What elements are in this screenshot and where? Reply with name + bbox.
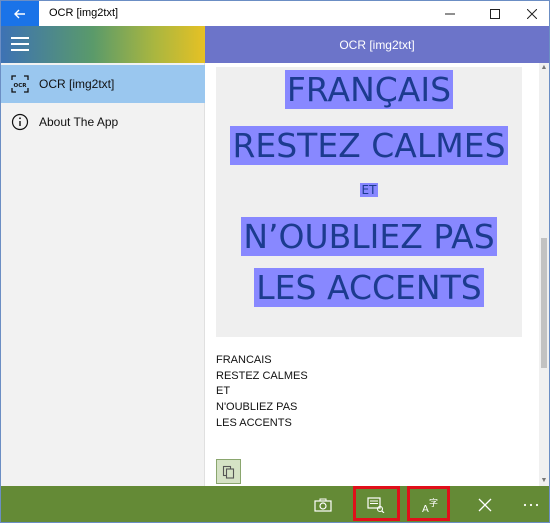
result-line: RESTEZ CALMES [216, 369, 308, 382]
scroll-down-icon[interactable]: ▼ [539, 476, 549, 486]
sidebar-item-label: OCR [img2txt] [39, 77, 115, 91]
close-window-icon [527, 8, 537, 19]
ocr-line: ET [359, 183, 379, 197]
highlight-box [407, 486, 450, 521]
ocr-source-image: FRANÇAIS RESTEZ CALMES ET N’OUBLIEZ PAS … [216, 67, 522, 337]
title-bar: OCR [img2txt] [1, 1, 549, 26]
ocr-icon: OCR [1, 65, 39, 103]
sidebar: OCR OCR [img2txt] About The App [1, 26, 205, 486]
ocr-line: LES ACCENTS [254, 268, 484, 307]
result-line: N'OUBLIEZ PAS [216, 401, 298, 414]
camera-icon [314, 498, 332, 512]
more-icon [523, 503, 539, 506]
sidebar-item-label: About The App [39, 115, 119, 129]
result-line: FRANCAIS [216, 354, 272, 366]
more-button[interactable] [511, 486, 549, 522]
page-header: OCR [img2txt] [205, 26, 549, 63]
highlight-box [353, 486, 400, 521]
content-area: FRANÇAIS RESTEZ CALMES ET N’OUBLIEZ PAS … [205, 63, 539, 486]
close-icon [478, 498, 492, 511]
close-window-button[interactable] [515, 1, 549, 26]
ocr-line: FRANÇAIS [284, 70, 454, 109]
app-window: OCR [img2txt] OCR OCR [img2txt] About Th… [0, 0, 550, 523]
scroll-thumb[interactable] [541, 238, 547, 368]
maximize-icon [490, 8, 500, 19]
sidebar-item-ocr[interactable]: OCR OCR [img2txt] [1, 65, 205, 103]
result-line: ET [216, 385, 231, 398]
scroll-up-icon[interactable]: ▲ [539, 63, 549, 73]
ocr-line: RESTEZ CALMES [230, 126, 508, 165]
window-title: OCR [img2txt] [49, 7, 119, 19]
back-button[interactable] [1, 1, 39, 26]
vertical-scrollbar[interactable]: ▲ ▼ [539, 63, 549, 486]
command-bar: A 字 [1, 486, 549, 522]
maximize-button[interactable] [478, 1, 512, 26]
sidebar-item-about[interactable]: About The App [1, 103, 205, 141]
copy-button[interactable] [216, 459, 241, 484]
copy-icon [222, 465, 234, 479]
minimize-icon [445, 13, 455, 14]
hamburger-menu-icon[interactable] [11, 37, 29, 51]
ocr-result-text[interactable]: FRANCAIS RESTEZ CALMES ET N'OUBLIEZ PAS … [216, 353, 308, 432]
result-line: LES ACCENTS [216, 416, 292, 429]
camera-button[interactable] [303, 486, 343, 522]
ocr-line: N’OUBLIEZ PAS [241, 217, 497, 256]
svg-text:OCR: OCR [14, 83, 28, 89]
back-arrow-icon [14, 9, 25, 18]
page-title: OCR [img2txt] [339, 37, 415, 52]
minimize-button[interactable] [433, 1, 467, 26]
sidebar-header [1, 26, 205, 63]
info-icon [1, 103, 39, 141]
clear-button[interactable] [465, 486, 505, 522]
